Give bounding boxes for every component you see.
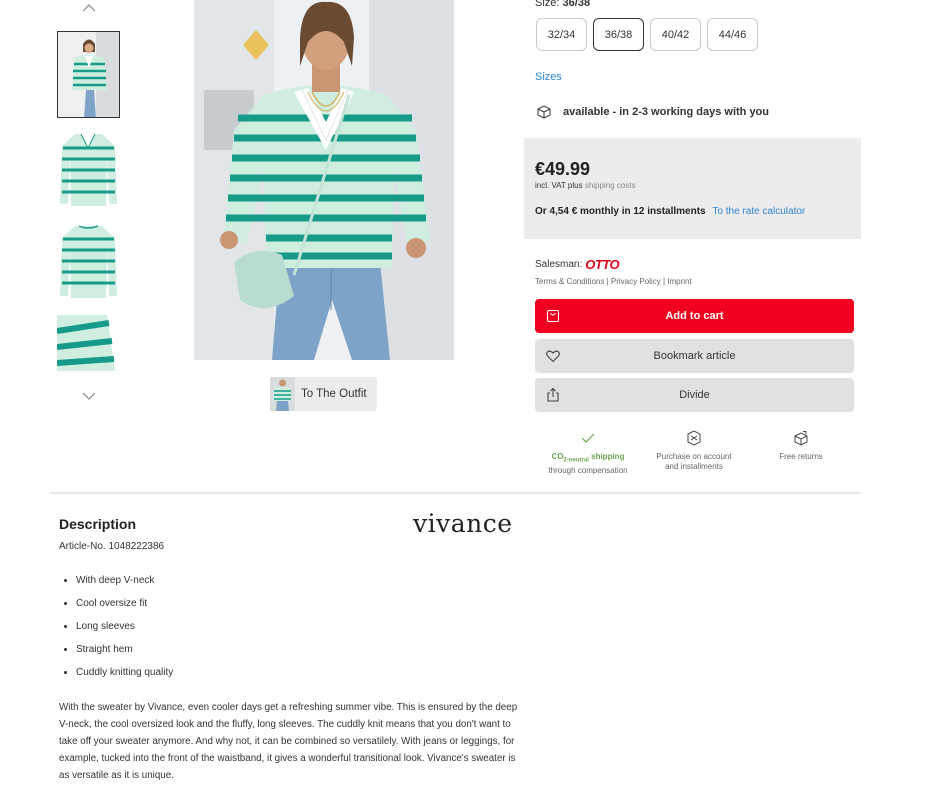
- vat-text: incl. VAT plus: [535, 181, 583, 190]
- size-option-40-42[interactable]: 40/42: [650, 18, 701, 51]
- thumbnail-up-arrow-icon[interactable]: [79, 1, 99, 15]
- share-icon: [545, 387, 561, 403]
- imprint-link[interactable]: Imprint: [667, 277, 691, 286]
- legal-separator: |: [662, 277, 666, 286]
- purchase-line2: and installments: [665, 462, 723, 471]
- share-button[interactable]: Divide: [535, 378, 854, 412]
- return-package-icon: [792, 430, 810, 446]
- selected-size-label: Size: 36/38: [535, 0, 590, 9]
- cart-icon: [545, 308, 561, 324]
- usp-purchase-on-account: Purchase on account and installments: [644, 430, 744, 472]
- availability: available - in 2-3 working days with you: [536, 104, 769, 120]
- rate-calculator-link[interactable]: To the rate calculator: [712, 206, 805, 217]
- size-option-36-38[interactable]: 36/38: [593, 18, 644, 51]
- package-icon: [536, 104, 552, 120]
- main-product-image[interactable]: [194, 0, 454, 360]
- size-selector: 32/34 36/38 40/42 44/46: [536, 18, 758, 51]
- size-option-32-34[interactable]: 32/34: [536, 18, 587, 51]
- installment-text: Or 4,54 € monthly in 12 installments: [535, 206, 706, 217]
- bookmark-label: Bookmark article: [653, 350, 736, 362]
- size-prefix: Size:: [535, 0, 560, 9]
- brand-logo: vivance: [413, 509, 513, 538]
- purchase-line1: Purchase on account: [656, 452, 732, 461]
- co2-shipping: shipping: [591, 452, 625, 461]
- thumbnail-down-arrow-icon[interactable]: [79, 389, 99, 403]
- installment-info: Or 4,54 € monthly in 12 installments To …: [535, 206, 805, 217]
- feature-item: With deep V-neck: [76, 575, 173, 598]
- legal-links: Terms & Conditions | Privacy Policy | Im…: [535, 277, 692, 286]
- co2-sub: 2-neutral: [563, 457, 589, 464]
- selected-size-value: 36/38: [562, 0, 591, 9]
- thumbnail-model[interactable]: [57, 31, 120, 118]
- bookmark-article-button[interactable]: Bookmark article: [535, 339, 854, 373]
- description-title: Description: [59, 516, 137, 532]
- section-divider: [50, 492, 861, 494]
- checkmark-icon: [579, 430, 597, 446]
- outfit-thumbnail: [270, 377, 295, 411]
- co2-line2: through compensation: [548, 465, 628, 475]
- availability-text: available - in 2-3 working days with you: [563, 106, 769, 118]
- feature-item: Long sleeves: [76, 621, 173, 644]
- thumbnail-sweater-back[interactable]: [57, 220, 120, 307]
- price-box: €49.99 incl. VAT plus shipping costs Or …: [524, 138, 861, 239]
- usp-co2-neutral: CO2-neutral shipping through compensatio…: [538, 430, 638, 476]
- wallet-icon: [685, 430, 703, 446]
- heart-icon: [545, 348, 561, 364]
- feature-item: Straight hem: [76, 644, 173, 667]
- free-returns-label: Free returns: [779, 452, 823, 461]
- description-text: With the sweater by Vivance, even cooler…: [59, 702, 518, 781]
- otto-logo: OTTO: [585, 257, 620, 272]
- co2-prefix: CO: [551, 452, 564, 461]
- terms-link[interactable]: Terms & Conditions: [535, 277, 604, 286]
- vat-info: incl. VAT plus shipping costs: [535, 181, 636, 190]
- outfit-label: To The Outfit: [301, 388, 367, 400]
- salesman: Salesman: OTTO: [535, 257, 620, 272]
- thumbnail-sweater-detail[interactable]: [57, 315, 120, 371]
- feature-item: Cuddly knitting quality: [76, 667, 173, 690]
- sizes-link[interactable]: Sizes: [535, 71, 562, 83]
- feature-list: With deep V-neck Cool oversize fit Long …: [76, 575, 173, 690]
- size-option-44-46[interactable]: 44/46: [707, 18, 758, 51]
- divide-label: Divide: [679, 389, 710, 401]
- add-to-cart-button[interactable]: Add to cart: [535, 299, 854, 333]
- legal-separator: |: [606, 277, 609, 286]
- to-the-outfit-button[interactable]: To The Outfit: [270, 377, 377, 411]
- add-to-cart-label: Add to cart: [665, 310, 724, 322]
- price: €49.99: [535, 159, 591, 179]
- article-number: Article-No. 1048222386: [59, 541, 165, 552]
- thumbnail-sweater-front[interactable]: [57, 126, 120, 213]
- shipping-costs-link[interactable]: shipping costs: [585, 181, 636, 190]
- usp-free-returns: Free returns: [751, 430, 851, 462]
- salesman-label: Salesman:: [535, 259, 583, 270]
- privacy-link[interactable]: Privacy Policy: [611, 277, 661, 286]
- feature-item: Cool oversize fit: [76, 598, 173, 621]
